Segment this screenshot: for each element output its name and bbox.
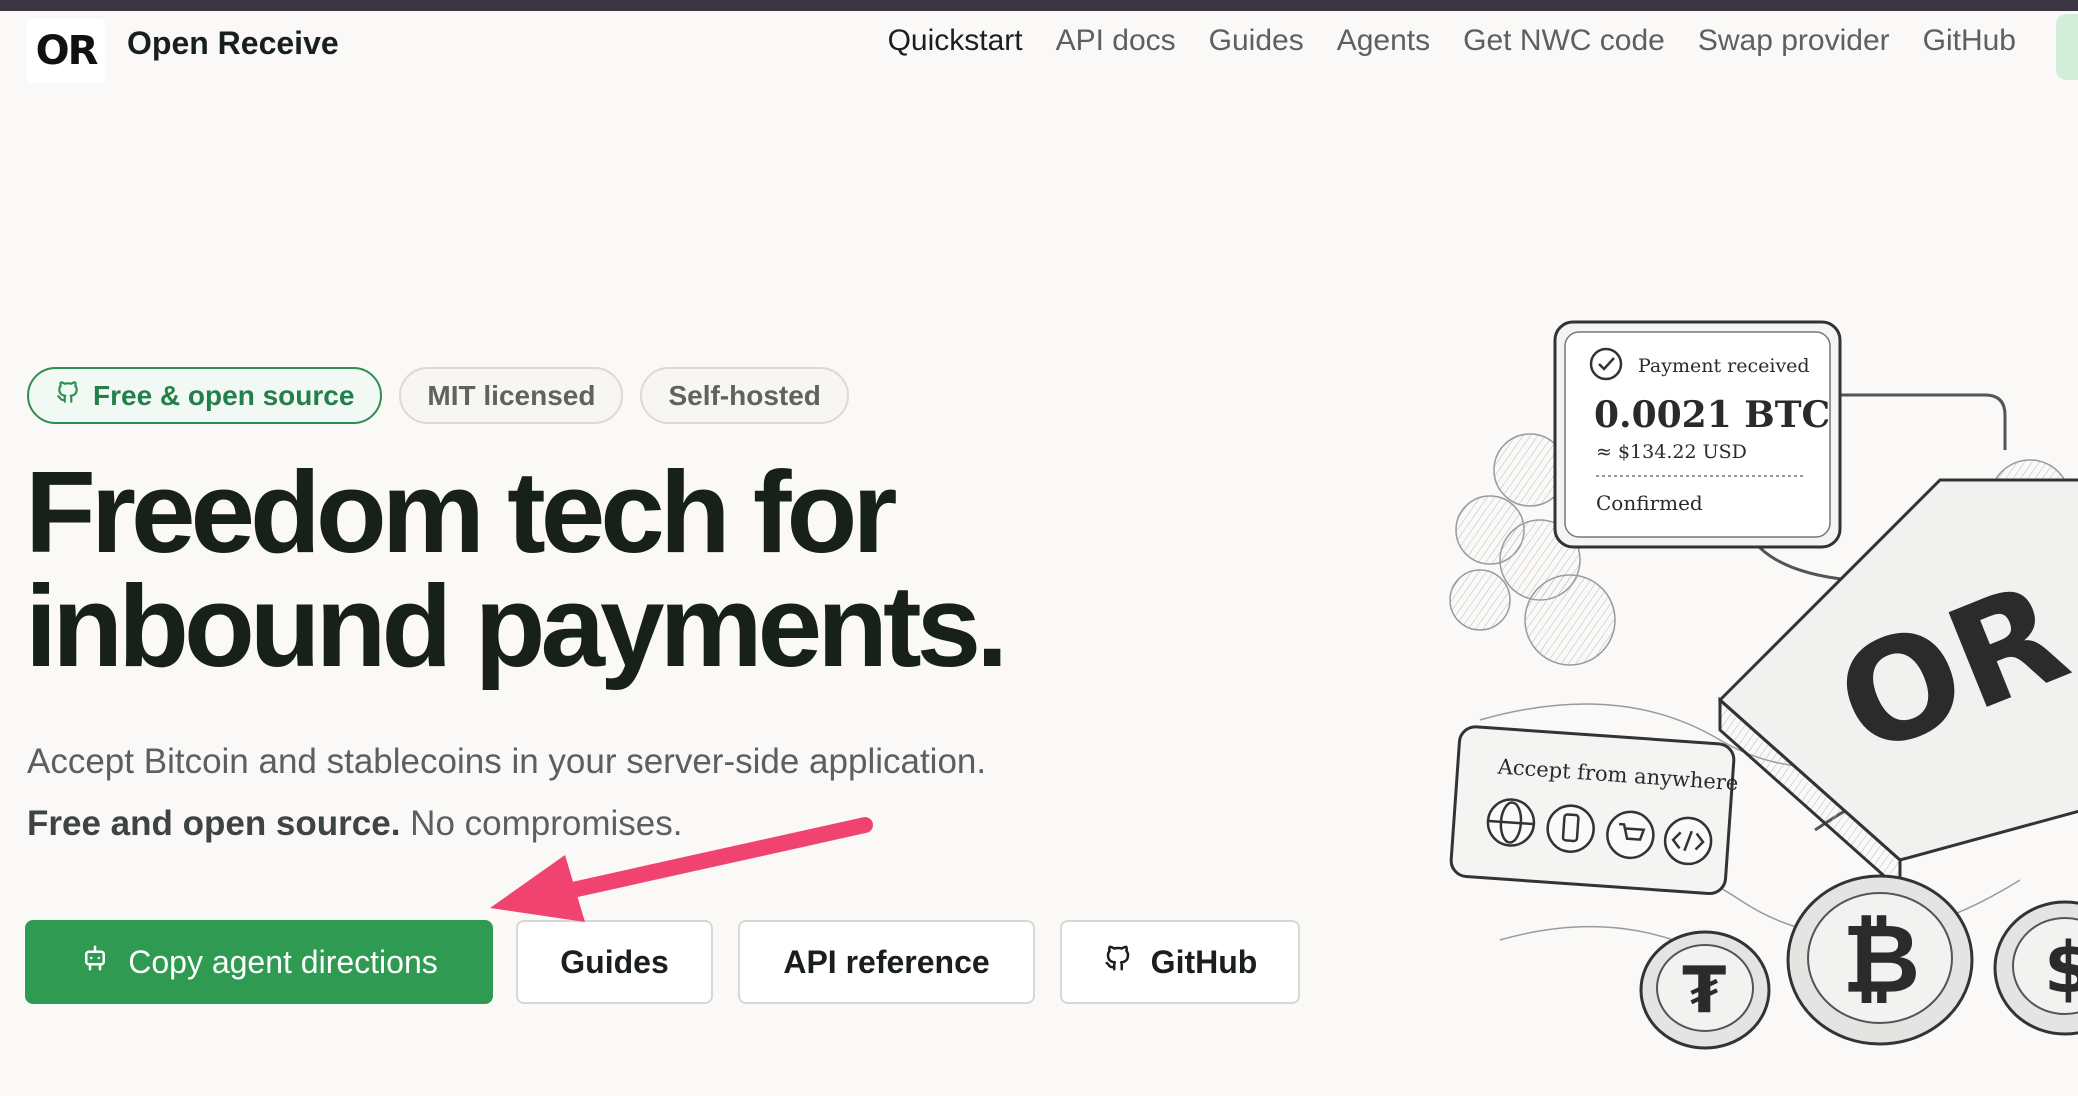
button-label: Copy agent directions: [128, 943, 438, 980]
badge-label: Free & open source: [93, 379, 355, 411]
api-reference-button[interactable]: API reference: [738, 920, 1035, 1004]
logo[interactable]: OR: [27, 19, 105, 83]
logo-mark: OR: [35, 28, 99, 74]
top-nav: Quickstart API docs Guides Agents Get NW…: [888, 24, 2016, 58]
github-icon: [55, 379, 81, 412]
button-label: GitHub: [1150, 943, 1258, 980]
brand-name[interactable]: Open Receive: [127, 25, 339, 62]
bitcoin-symbol: ₿: [1842, 903, 1920, 1015]
accept-from-anywhere-card: Accept from anywhere: [1449, 725, 1739, 896]
badge-mit-licensed: MIT licensed: [399, 367, 624, 424]
nav-quickstart[interactable]: Quickstart: [888, 24, 1023, 58]
badge-label: MIT licensed: [427, 379, 596, 411]
badge-row: Free & open source MIT licensed Self-hos…: [27, 367, 849, 424]
card-fiat: ≈ $134.22 USD: [1596, 441, 1747, 463]
nav-cta-edge[interactable]: [2056, 14, 2078, 80]
badge-free-open-source: Free & open source: [27, 367, 383, 424]
github-icon: [1103, 943, 1133, 981]
nav-agents[interactable]: Agents: [1337, 24, 1430, 58]
guides-button[interactable]: Guides: [516, 920, 713, 1004]
button-label: Guides: [560, 943, 669, 980]
nav-swap-provider[interactable]: Swap provider: [1698, 24, 1890, 58]
nav-github[interactable]: GitHub: [1923, 24, 2016, 58]
badge-label: Self-hosted: [668, 379, 821, 411]
badge-self-hosted: Self-hosted: [640, 367, 849, 424]
nav-api-docs[interactable]: API docs: [1056, 24, 1176, 58]
card-status: Confirmed: [1596, 491, 1703, 515]
button-label: API reference: [783, 943, 990, 980]
coin-stack: ₮ ₿ $: [1639, 874, 2078, 1050]
nav-guides[interactable]: Guides: [1209, 24, 1304, 58]
github-button[interactable]: GitHub: [1060, 920, 1300, 1004]
subtitle-bold: Free and open source.: [27, 804, 401, 843]
payment-received-card: Payment received 0.0021 BTC ≈ $134.22 US…: [1553, 320, 1842, 549]
hero-illustration: Payment received 0.0021 BTC ≈ $134.22 US…: [1449, 320, 2078, 1050]
nav-get-nwc-code[interactable]: Get NWC code: [1463, 24, 1665, 58]
robot-icon: [80, 943, 110, 981]
window-top-bar: [0, 0, 2078, 11]
card-title: Payment received: [1638, 355, 1810, 377]
hero-title-line-2: inbound payments.: [25, 561, 1008, 691]
copy-agent-directions-button[interactable]: Copy agent directions: [25, 920, 493, 1004]
annotation-arrow: [490, 817, 873, 922]
card-amount: 0.0021 BTC: [1594, 394, 1830, 436]
usd-symbol: $: [2044, 927, 2078, 1009]
hero-subtitle: Accept Bitcoin and stablecoins in your s…: [27, 742, 987, 781]
hero-title-line-1: Freedom tech for: [25, 447, 897, 577]
hero-title: Freedom tech for inbound payments.: [25, 447, 1125, 691]
tether-symbol: ₮: [1682, 954, 1727, 1028]
